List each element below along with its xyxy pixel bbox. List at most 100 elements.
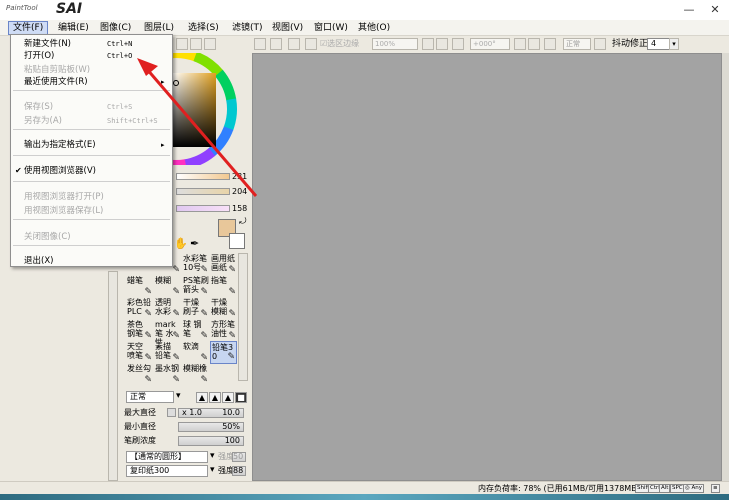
- file-menu-item[interactable]: 输出为指定格式(E) ▸: [11, 139, 172, 151]
- brush-tool-cell[interactable]: 彩色铅 PLC ✎: [126, 297, 153, 320]
- file-menu-item[interactable]: 新建文件(N) Ctrl+N: [11, 38, 172, 50]
- brush-tool-cell[interactable]: 发丝勾 ✎: [126, 363, 153, 386]
- brush-pen-icon: ✎: [172, 309, 180, 319]
- brush-tool-cell[interactable]: 水彩笔 10号 ✎: [182, 253, 209, 276]
- rotate-right-icon[interactable]: [528, 38, 540, 50]
- brush-tool-label: 软滴: [183, 342, 199, 351]
- brush-tool-cell[interactable]: 模糊 ✎: [154, 275, 181, 298]
- slider-track-3[interactable]: [176, 205, 230, 212]
- navigator-scrollbar[interactable]: [108, 271, 118, 481]
- tool-grid2-icon[interactable]: [190, 38, 202, 50]
- texture-select[interactable]: 复印纸300: [126, 465, 208, 477]
- file-menu-item: 用视图浏览器保存(L): [11, 205, 172, 217]
- rotate-left-icon[interactable]: [514, 38, 526, 50]
- brush-tool-cell[interactable]: PS笔刷 箭头 ✎: [182, 275, 209, 298]
- brush-tool-cell[interactable]: 墨水钢 ✎: [154, 363, 181, 386]
- brush-pen-icon: ✎: [172, 287, 180, 297]
- min-size-bar[interactable]: 50%: [178, 422, 244, 432]
- deselect-icon[interactable]: [270, 38, 282, 50]
- brush-tool-cell[interactable]: mark笔 水性✎: [154, 319, 181, 342]
- texture-dropdown-icon[interactable]: ▾: [210, 465, 215, 475]
- brush-tool-cell[interactable]: 软滴 ✎: [182, 341, 209, 364]
- density-label: 笔刷浓度: [124, 436, 156, 445]
- rotate-reset-icon[interactable]: [544, 38, 556, 50]
- brush-tool-cell[interactable]: 干燥 刷子 ✎: [182, 297, 209, 320]
- brush-blend-select[interactable]: 正常: [126, 391, 174, 403]
- file-menu-item-label: 关闭图像(C): [24, 232, 71, 242]
- shape-strength-value[interactable]: 50: [232, 452, 246, 462]
- menu-layer[interactable]: 图层(L): [140, 21, 178, 35]
- density-bar[interactable]: 100: [178, 436, 244, 446]
- menu-select[interactable]: 选择(S): [184, 21, 223, 35]
- file-menu-item-label: 使用视图浏览器(V): [24, 166, 96, 176]
- stabilizer-dropdown-icon[interactable]: ▾: [669, 38, 679, 50]
- file-menu-item: 用视图浏览器打开(P): [11, 191, 172, 203]
- brush-tool-cell[interactable]: 方形笔 油性 ✎: [210, 319, 237, 342]
- eyedropper-icon[interactable]: ✒: [190, 237, 199, 250]
- brush-tool-cell[interactable]: 素描 铅笔 ✎: [154, 341, 181, 364]
- brush-tool-cell[interactable]: 指笔 ✎: [210, 275, 237, 298]
- brush-tool-cell[interactable]: 天空 喷笔 ✎: [126, 341, 153, 364]
- key-menu-badge: ≡: [711, 484, 720, 493]
- file-menu-dropdown: 新建文件(N) Ctrl+N 打开(O) Ctrl+O 粘贴自剪贴板(W) 最近使用文件(…: [10, 34, 173, 267]
- file-menu-item[interactable]: 退出(X): [11, 255, 172, 267]
- max-size-bar[interactable]: x 1.0 10.0: [178, 408, 244, 418]
- tool-grid-icon[interactable]: [176, 38, 188, 50]
- brush-tool-cell[interactable]: 球 钢笔 ✎: [182, 319, 209, 342]
- menu-filter[interactable]: 滤镜(T): [228, 21, 267, 35]
- tool-grid3-icon[interactable]: [204, 38, 216, 50]
- file-menu-item-label: 另存为(A): [24, 116, 62, 126]
- shape-dropdown-icon[interactable]: ▾: [210, 451, 215, 461]
- submenu-arrow-icon: ▸: [161, 78, 165, 86]
- file-menu-item[interactable]: 打开(O) Ctrl+O: [11, 50, 172, 62]
- menu-image[interactable]: 图像(C): [96, 21, 135, 35]
- select-all-icon[interactable]: [254, 38, 266, 50]
- menu-file[interactable]: 文件(F): [8, 21, 49, 35]
- title-bar: PaintTool SAI — ✕: [0, 0, 729, 20]
- slider-track-1[interactable]: [176, 173, 230, 180]
- brush-tool-cell[interactable]: 画用纸 画纸 ✎: [210, 253, 237, 276]
- max-size-lock-icon[interactable]: [167, 408, 176, 417]
- background-color-swatch[interactable]: [229, 233, 245, 249]
- brush-tool-cell[interactable]: 模糊橡 ✎: [182, 363, 209, 386]
- brush-tool-cell[interactable]: 蜡笔 ✎: [126, 275, 153, 298]
- brush-tool-cell[interactable]: 铅笔30 ✎: [210, 341, 237, 364]
- swap-colors-icon[interactable]: ⤾: [239, 217, 247, 227]
- menu-view[interactable]: 视图(V): [268, 21, 307, 35]
- canvas-area[interactable]: [252, 53, 722, 481]
- file-menu-item[interactable]: 最近使用文件(R) ▸: [11, 76, 172, 88]
- selection-edge-label[interactable]: ☑选区边缘: [320, 38, 359, 50]
- angle-field[interactable]: +000°: [470, 38, 510, 50]
- file-menu-item[interactable]: ✔ 使用视图浏览器(V): [11, 165, 172, 177]
- selection-toggle-icon[interactable]: [305, 38, 317, 50]
- flip-icon[interactable]: [594, 38, 606, 50]
- texture-strength-value[interactable]: 88: [232, 466, 246, 476]
- brush-shape-select[interactable]: 【通常的圆形】: [126, 451, 208, 463]
- brush-grid: ✎ 水彩笔 10号 ✎ 画用纸 画纸 ✎ 蜡笔 ✎ 模糊 ✎ PS笔刷 箭头 ✎ 指笔 ✎ 彩色铅 PLC…: [126, 253, 238, 385]
- shape-square-icon[interactable]: ■: [235, 392, 247, 403]
- blend-dropdown-icon[interactable]: ▾: [176, 391, 181, 401]
- invert-selection-icon[interactable]: [288, 38, 300, 50]
- menu-edit[interactable]: 编辑(E): [54, 21, 93, 35]
- shape-mid-icon[interactable]: ▲: [209, 392, 221, 403]
- blend-mode-field[interactable]: 正常: [563, 38, 591, 50]
- zoom-field[interactable]: 100%: [372, 38, 418, 50]
- shape-hard-icon[interactable]: ▲: [222, 392, 234, 403]
- zoom-out-icon[interactable]: [422, 38, 434, 50]
- canvas-scrollbar[interactable]: [722, 53, 729, 481]
- shape-soft-icon[interactable]: ▲: [196, 392, 208, 403]
- brush-tool-cell[interactable]: 茶色 钢笔 ✎: [126, 319, 153, 342]
- zoom-reset-icon[interactable]: [452, 38, 464, 50]
- minimize-button[interactable]: —: [676, 0, 702, 20]
- brush-tool-label: 发丝勾: [127, 364, 151, 373]
- menu-window[interactable]: 窗口(W): [310, 21, 352, 35]
- zoom-in-icon[interactable]: [436, 38, 448, 50]
- brush-tool-label: 墨水钢: [155, 364, 179, 373]
- close-button[interactable]: ✕: [702, 0, 728, 20]
- hand-tool-icon[interactable]: ✋: [174, 237, 188, 250]
- brush-scrollbar[interactable]: [238, 253, 248, 381]
- brush-tool-cell[interactable]: 干燥 模糊 ✎: [210, 297, 237, 320]
- menu-other[interactable]: 其他(O): [354, 21, 394, 35]
- brush-tool-cell[interactable]: 透明 水彩 ✎: [154, 297, 181, 320]
- slider-track-2[interactable]: [176, 188, 230, 195]
